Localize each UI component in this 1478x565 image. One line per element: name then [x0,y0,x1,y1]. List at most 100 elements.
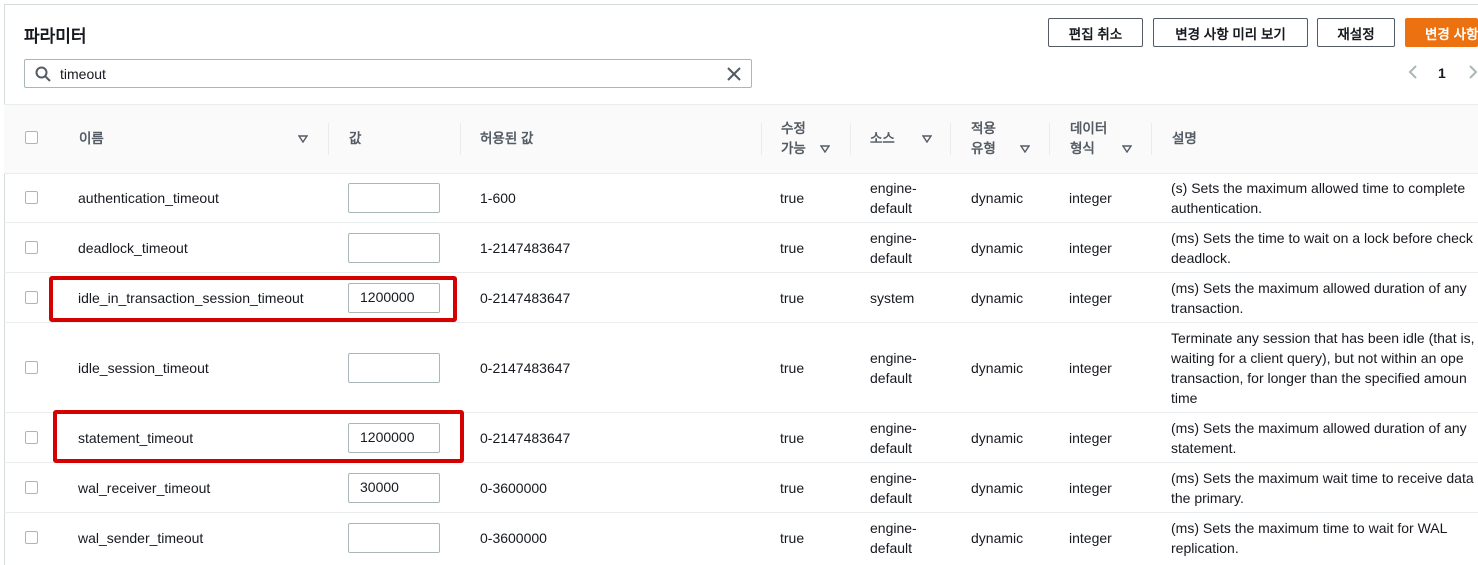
allowed-values: 1-2147483647 [480,240,571,256]
column-header-apply-type-line2[interactable]: 유형 [971,139,996,159]
previous-page-icon[interactable] [1406,64,1420,80]
description-line2: authentication. [1171,200,1263,216]
description-line4: time [1171,390,1198,406]
allowed-values: 0-3600000 [480,480,547,496]
param-value-input[interactable] [348,353,440,383]
param-value-input[interactable] [348,183,440,213]
description-line1: (ms) Sets the maximum allowed duration o… [1171,420,1467,436]
source-line1: engine- [870,180,917,196]
sort-caret-down-icon[interactable] [1122,145,1132,153]
row-checkbox[interactable] [25,531,38,544]
description-line1: (ms) Sets the maximum allowed duration o… [1171,280,1467,296]
row-checkbox[interactable] [25,481,38,494]
column-header-apply-type-line1[interactable]: 적용 [971,119,996,139]
description-line1: (ms) Sets the maximum wait time to recei… [1171,470,1474,486]
preview-changes-button[interactable]: 변경 사항 미리 보기 [1153,18,1308,47]
allowed-values: 0-2147483647 [480,290,571,306]
source-line1: engine- [870,420,917,436]
param-name: wal_receiver_timeout [78,480,211,496]
modifiable: true [780,530,805,546]
current-page-number[interactable]: 1 [1438,65,1446,81]
row-checkbox[interactable] [25,241,38,254]
apply-type: dynamic [971,360,1024,376]
reset-button[interactable]: 재설정 [1317,18,1395,47]
row-checkbox[interactable] [25,191,38,204]
page-title: 파라미터 [24,27,87,46]
next-page-icon[interactable] [1466,64,1478,80]
modifiable: true [780,190,805,206]
table-row: wal_receiver_timeout 30000 0-3600000 tru… [4,463,1478,513]
param-name: idle_session_timeout [78,360,209,376]
allowed-values: 1-600 [480,190,516,206]
source-line2: default [870,540,913,556]
sort-caret-down-icon[interactable] [922,135,932,143]
save-changes-button[interactable]: 변경 사항 [1405,18,1478,47]
description-line1: (s) Sets the maximum allowed time to com… [1171,180,1466,196]
description-line1: (ms) Sets the maximum time to wait for W… [1171,520,1448,536]
apply-type: dynamic [971,190,1024,206]
table-row: idle_session_timeout 0-2147483647 true e… [4,323,1478,413]
data-type: integer [1069,430,1112,446]
param-value-input[interactable]: 30000 [348,473,440,503]
column-header-value: 값 [349,131,362,146]
source-line2: default [870,250,913,266]
source-line1: system [870,290,915,306]
search-field[interactable]: timeout [24,59,752,88]
data-type: integer [1069,290,1112,306]
select-all-checkbox[interactable] [25,131,38,144]
row-checkbox[interactable] [25,431,38,444]
source-line1: engine- [870,230,917,246]
search-input[interactable]: timeout [60,66,106,82]
param-value-input[interactable] [348,523,440,553]
source-line2: default [870,490,913,506]
description-line1: (ms) Sets the time to wait on a lock bef… [1171,230,1473,246]
cancel-edit-button[interactable]: 편집 취소 [1048,18,1143,47]
data-type: integer [1069,240,1112,256]
sort-caret-down-icon[interactable] [820,145,830,153]
column-header-description: 설명 [1172,131,1197,146]
param-name: wal_sender_timeout [78,530,204,546]
row-checkbox[interactable] [25,361,38,374]
apply-type: dynamic [971,290,1024,306]
param-value-input[interactable] [348,233,440,263]
modifiable: true [780,240,805,256]
search-icon [35,66,51,82]
description-line2: the primary. [1171,490,1244,506]
description-line2: statement. [1171,440,1237,456]
data-type: integer [1069,530,1112,546]
source-line1: engine- [870,520,917,536]
modifiable: true [780,430,805,446]
sort-caret-down-icon[interactable] [1020,145,1030,153]
column-header-name[interactable]: 이름 [79,129,104,149]
source-line1: engine- [870,350,917,366]
apply-type: dynamic [971,480,1024,496]
highlight-box [49,276,457,322]
description-line3: transaction, for longer than the specifi… [1171,370,1467,386]
column-header-allowed-values: 허용된 값 [480,131,534,146]
modifiable: true [780,480,805,496]
column-header-data-type-line1[interactable]: 데이터 [1070,119,1107,139]
column-header-modifiable-line1[interactable]: 수정 [781,119,806,139]
table-row: wal_sender_timeout 0-3600000 true engine… [4,513,1478,563]
row-checkbox[interactable] [25,291,38,304]
column-header-modifiable-line2[interactable]: 가능 [781,139,806,159]
description-line2: replication. [1171,540,1239,556]
column-header-source[interactable]: 소스 [870,129,895,149]
apply-type: dynamic [971,240,1024,256]
sort-caret-down-icon[interactable] [298,135,308,143]
data-type: integer [1069,480,1112,496]
allowed-values: 0-3600000 [480,530,547,546]
source-line2: default [870,370,913,386]
clear-search-icon[interactable] [726,66,742,82]
column-header-data-type-line2[interactable]: 형식 [1070,139,1095,159]
table-row: authentication_timeout 1-600 true engine… [4,173,1478,223]
table-row: deadlock_timeout 1-2147483647 true engin… [4,223,1478,273]
highlight-box [53,410,464,463]
description-line1: Terminate any session that has been idle… [1171,330,1475,346]
modifiable: true [780,290,805,306]
data-type: integer [1069,190,1112,206]
data-type: integer [1069,360,1112,376]
description-line2: waiting for a client query), but not wit… [1171,350,1464,366]
source-line2: default [870,200,913,216]
modifiable: true [780,360,805,376]
